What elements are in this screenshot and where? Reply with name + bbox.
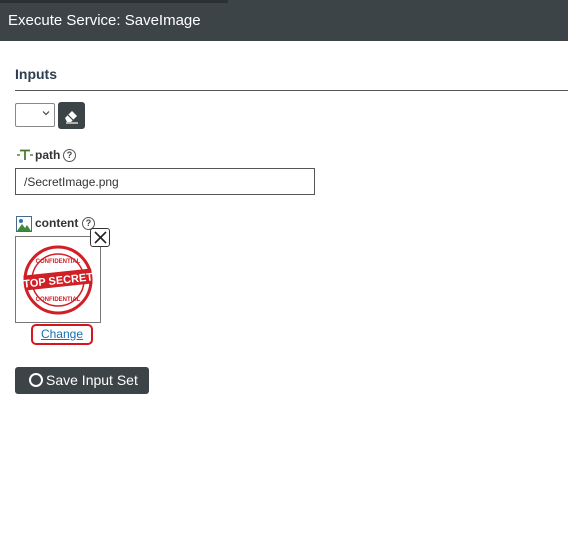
clear-inputs-button[interactable] bbox=[58, 102, 85, 129]
content-label: content bbox=[35, 216, 79, 230]
window-title: Execute Service: SaveImage bbox=[8, 12, 201, 29]
path-help-icon[interactable]: ? bbox=[63, 149, 76, 162]
circle-icon bbox=[29, 373, 43, 387]
text-type-icon bbox=[17, 149, 33, 160]
title-bar-accent bbox=[0, 0, 228, 3]
top-secret-stamp-image: CONFIDENTIAL TOP SECRET CONFIDENTIAL bbox=[23, 245, 94, 315]
title-bar: Execute Service: SaveImage bbox=[0, 0, 568, 41]
inputs-section-title: Inputs bbox=[15, 66, 57, 82]
input-set-select[interactable] bbox=[15, 103, 55, 127]
save-input-set-button[interactable]: Save Input Set bbox=[15, 367, 149, 394]
path-field[interactable] bbox=[15, 168, 315, 195]
path-label: path bbox=[35, 148, 61, 162]
chevron-down-icon bbox=[42, 111, 50, 116]
stamp-bottom-text: CONFIDENTIAL bbox=[36, 297, 81, 303]
close-icon bbox=[94, 231, 107, 244]
eraser-icon bbox=[65, 111, 78, 124]
remove-image-button[interactable] bbox=[90, 228, 110, 247]
save-input-set-label: Save Input Set bbox=[46, 372, 138, 388]
stamp-top-text: CONFIDENTIAL bbox=[36, 259, 81, 265]
change-image-link[interactable]: Change bbox=[31, 324, 93, 345]
content-image-preview: CONFIDENTIAL TOP SECRET CONFIDENTIAL bbox=[15, 236, 101, 323]
section-divider bbox=[15, 90, 568, 91]
image-type-icon bbox=[16, 216, 32, 232]
